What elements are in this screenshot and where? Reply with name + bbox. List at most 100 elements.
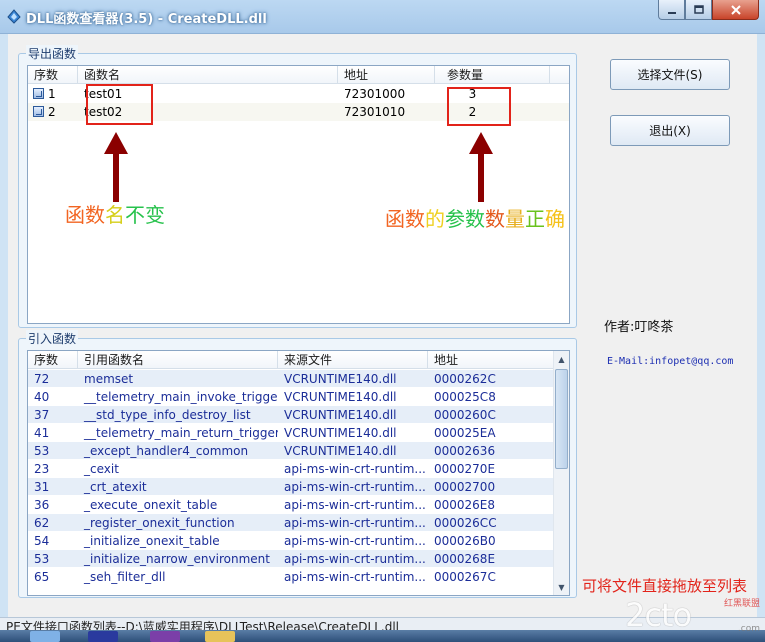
annotation-part: 量 [505,207,525,231]
import-address: 0000262C [434,372,496,386]
import-group-title: 引入函数 [26,330,79,347]
annotation-part: 数 [485,207,505,231]
col-address[interactable]: 地址 [428,351,555,369]
import-row[interactable]: 36 _execute_onexit_table api-ms-win-crt-ru… [28,496,569,514]
watermark-url: .com [737,624,760,634]
annotation-part: 确 [545,207,565,231]
taskbar-app-icon[interactable] [150,631,180,642]
import-address: 0000268E [434,552,496,566]
import-row[interactable]: 53 _initialize_narrow_environment api-ms-w… [28,550,569,568]
minimize-button[interactable] [658,0,685,20]
annotation-part: 的 [425,207,445,231]
up-arrow-icon [469,132,493,202]
import-row[interactable]: 37 __std_type_info_destroy_list VCRUNTIME1… [28,406,569,424]
import-row[interactable]: 65 _seh_filter_dll api-ms-win-crt-runtim..… [28,568,569,586]
import-address: 0000267C [434,570,496,584]
import-source: VCRUNTIME140.dll [284,444,397,458]
import-source: api-ms-win-crt-runtim... [284,552,426,566]
title-bar[interactable]: DLL函数查看器(3.5) - CreateDLL.dll [0,0,765,34]
import-address: 000026B0 [434,534,496,548]
annotation-part: 正 [525,207,545,231]
import-ordinal: 36 [34,498,50,512]
params-highlight-box [447,87,511,126]
scroll-up-icon[interactable]: ▲ [554,351,569,367]
author-label: 作者:叮咚茶 [604,320,674,335]
close-button[interactable] [712,0,759,20]
import-source: api-ms-win-crt-runtim... [284,498,426,512]
import-row[interactable]: 72 memset VCRUNTIME140.dll 0000262C [28,370,569,388]
col-ref-function-name[interactable]: 引用函数名 [78,351,278,369]
import-name: _cexit [84,462,119,476]
import-row[interactable]: 41 __telemetry_main_return_trigger VCRUNTI… [28,424,569,442]
annotation-name-unchanged: 函数名不变 [65,199,165,228]
annotation-part: 函数 [65,203,105,227]
import-ordinal: 40 [34,390,50,404]
import-list-scrollbar[interactable]: ▲ ▼ [553,351,569,595]
close-icon [730,4,741,15]
export-group-title: 导出函数 [26,45,79,62]
taskbar-app-icon[interactable] [30,631,60,642]
import-source: VCRUNTIME140.dll [284,390,397,404]
import-address: 000026CC [434,516,497,530]
import-ordinal: 31 [34,480,50,494]
col-function-name[interactable]: 函数名 [78,66,338,84]
export-address: 72301000 [344,87,406,101]
import-ordinal: 65 [34,570,50,584]
import-name: _crt_atexit [84,480,147,494]
import-row[interactable]: 31 _crt_atexit api-ms-win-crt-runtim... 000… [28,478,569,496]
annotation-part: 函数 [385,207,425,231]
import-list[interactable]: 序数 引用函数名 来源文件 地址 72 memset VCRUNTIME140.dl… [27,350,570,596]
import-name: _initialize_narrow_environment [84,552,270,566]
import-address: 0000270E [434,462,496,476]
import-name: __std_type_info_destroy_list [84,408,251,422]
import-ordinal: 54 [34,534,50,548]
import-name: __telemetry_main_return_trigger [84,426,278,440]
import-source: api-ms-win-crt-runtim... [284,516,426,530]
import-source: api-ms-win-crt-runtim... [284,480,426,494]
annotation-part: 参数 [445,207,485,231]
import-source: api-ms-win-crt-runtim... [284,570,426,584]
import-list-header: 序数 引用函数名 来源文件 地址 [28,351,569,369]
col-source-file[interactable]: 来源文件 [278,351,428,369]
export-ordinal: 1 [48,87,56,101]
scroll-thumb[interactable] [555,369,568,469]
import-row[interactable]: 54 _initialize_onexit_table api-ms-win-crt… [28,532,569,550]
col-param-count[interactable]: 参数量 [435,66,550,84]
import-ordinal: 41 [34,426,50,440]
import-name: _except_handler4_common [84,444,249,458]
import-row[interactable]: 53 _except_handler4_common VCRUNTIME140.dl… [28,442,569,460]
import-row[interactable]: 23 _cexit api-ms-win-crt-runtim... 0000270E [28,460,569,478]
annotation-part: 名 [105,203,125,227]
import-row[interactable]: 62 _register_onexit_function api-ms-win-cr… [28,514,569,532]
import-source: VCRUNTIME140.dll [284,426,397,440]
select-file-button[interactable]: 选择文件(S) [610,59,730,90]
import-address: 000026E8 [434,498,496,512]
import-name: _execute_onexit_table [84,498,218,512]
taskbar-app-icon[interactable] [88,631,118,642]
import-source: api-ms-win-crt-runtim... [284,534,426,548]
email-label: E-Mail:infopet@qq.com [607,356,734,367]
import-address: 00002700 [434,480,496,494]
import-row[interactable]: 40 __telemetry_main_invoke_trigger VCRUNTI… [28,388,569,406]
import-address: 0000260C [434,408,496,422]
import-name: _register_onexit_function [84,516,235,530]
export-address: 72301010 [344,105,406,119]
col-ordinal[interactable]: 序数 [28,351,78,369]
annotation-param-correct: 函数的参数数量正确 [385,203,565,232]
import-ordinal: 53 [34,552,50,566]
import-address: 000025EA [434,426,496,440]
import-ordinal: 53 [34,444,50,458]
maximize-button[interactable] [685,0,712,20]
import-source: VCRUNTIME140.dll [284,372,397,386]
col-address[interactable]: 地址 [338,66,435,84]
import-address: 00002636 [434,444,496,458]
import-source: VCRUNTIME140.dll [284,408,397,422]
import-ordinal: 23 [34,462,50,476]
import-name: __telemetry_main_invoke_trigger [84,390,278,404]
scroll-down-icon[interactable]: ▼ [554,579,569,595]
import-name: _initialize_onexit_table [84,534,220,548]
taskbar-app-icon[interactable] [205,631,235,642]
col-ordinal[interactable]: 序数 [28,66,78,84]
exit-button[interactable]: 退出(X) [610,115,730,146]
maximize-icon [693,4,704,14]
